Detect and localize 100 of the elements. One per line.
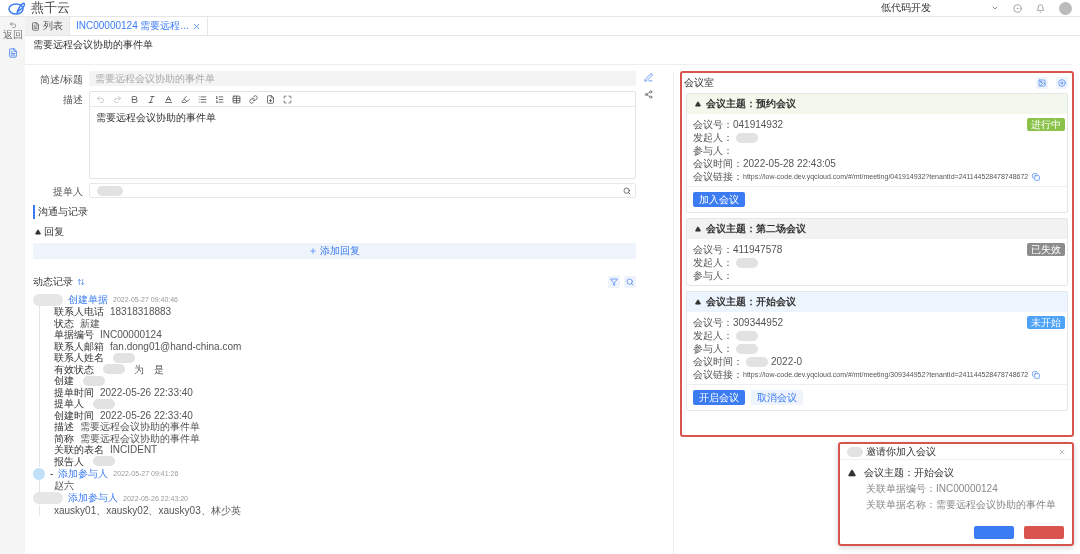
field-label: 简述/标题 [39,73,83,87]
close-icon[interactable] [1058,447,1066,456]
triangle-icon [695,226,701,232]
pen-icon[interactable] [644,73,653,82]
fullscreen-icon[interactable] [283,94,292,104]
font-color-icon[interactable] [164,94,173,104]
submitter-field[interactable] [89,183,636,198]
section-title: 动态记录 [33,275,73,289]
activity-field-label: 联系人姓名 [54,352,104,364]
meeting-topic[interactable]: 会议主题：开始会议 [687,292,1067,312]
meeting-field-value: 041914932 [733,119,784,130]
insert-file-icon[interactable] [266,94,275,104]
activity-field-label: 单据编号 [54,329,94,341]
activity-action-link[interactable]: 添加参与人 [68,491,118,505]
image-button[interactable] [1036,77,1048,89]
link-icon[interactable] [249,94,258,104]
share-icon[interactable] [644,90,653,99]
meeting-field-label: 会议号： [693,315,733,330]
bullet-list-icon[interactable] [198,94,207,104]
meeting-field-label: 发起人： [693,328,733,343]
back-arrow-icon [8,21,17,29]
plus-icon [309,247,317,255]
triangle-icon [848,469,856,477]
tab[interactable]: 列表 [25,17,70,35]
caret-icon[interactable] [991,4,999,12]
italic-icon[interactable] [147,94,156,104]
meeting-field-label: 发起人： [693,255,733,270]
meeting-button[interactable]: 开启会议 [693,390,745,405]
activity-field-value: 18318318883 [110,306,172,318]
status-badge: 未开始 [1027,316,1065,329]
activity-field-label: 提单人 [54,398,84,410]
add-button[interactable] [1056,77,1068,89]
page-title: 需要远程会议协助的事件单 [25,36,1072,65]
filter-button[interactable] [608,276,620,288]
undo-icon[interactable] [96,94,105,104]
redo-icon[interactable] [113,94,122,104]
numbered-list-icon[interactable] [215,94,224,104]
activity-field-value: 需要远程会议协助的事件单 [80,432,200,444]
meeting-topic[interactable]: 会议主题：预约会议 [687,94,1067,114]
document-icon [31,21,40,31]
activity-field-label: 关联的表名 [54,444,104,456]
copy-icon[interactable] [1032,370,1041,379]
workspace-selector[interactable]: 低代码开发 [881,1,931,15]
triangle-icon [695,101,701,107]
meeting-field-label: 参与人： [693,268,733,283]
bell-icon[interactable] [1036,3,1045,13]
activity-field-label: 联系人电话 [54,306,104,318]
user-avatar[interactable] [1059,1,1072,15]
meeting-button[interactable]: 加入会议 [693,192,745,207]
close-icon[interactable] [191,21,201,31]
popup-detail: 关联单据编号：INC00000124 [865,482,999,496]
meeting-field-label: 会议链接： [693,367,743,382]
activity-field-label: 创建时间 [54,409,94,421]
activity-field-value: 为 是 [134,363,164,375]
description-editor[interactable]: 需要远程会议协助的事件单 [89,91,636,179]
table-icon[interactable] [232,94,241,104]
dash-text: - [50,468,54,479]
activity-field-label: 报告人 [54,455,84,467]
back-button[interactable]: 返回 [2,21,23,40]
add-reply-button[interactable]: 添加回复 [33,243,636,259]
section-title: 沟通与记录 [33,205,636,219]
activity-field-label: 有效状态 [54,363,94,375]
editor-text: 需要远程会议协助的事件单 [95,111,217,125]
reply-toggle[interactable]: 回复 [35,225,636,239]
avatar [33,467,45,480]
meeting-topic[interactable]: 会议主题：第二场会议 [687,219,1067,239]
sort-icon[interactable] [77,278,85,286]
meeting-field-value: 309344952 [733,317,784,328]
highlight-icon[interactable] [181,94,190,104]
status-badge: 已失效 [1027,243,1065,256]
search-icon[interactable] [623,186,631,195]
circle-icon[interactable] [1013,3,1022,13]
copy-icon[interactable] [1032,172,1041,181]
activity-field-value: INCIDENT [110,444,158,456]
meeting-field-value: 411947578 [733,244,783,255]
activity-action-link[interactable]: 添加参与人 [58,466,109,481]
meeting-field-label: 会议号： [693,117,733,132]
meeting-field-label: 参与人： [693,341,733,356]
meeting-field-label: 参与人： [693,143,733,158]
activity-body-text: xausky01、xausky02、xausky03、林少英 [54,504,241,516]
logo-icon [8,1,28,15]
document-icon[interactable] [7,48,18,58]
logo-text: 燕千云 [31,0,70,17]
search-button[interactable] [624,276,636,288]
panel-title: 会议室 [684,76,714,90]
meeting-field-value: 2022-05-28 22:43:05 [743,158,836,169]
activity-body-text: 赵六 [54,480,74,492]
activity-field-value: 需要远程会议协助的事件单 [80,421,200,433]
activity-field-value: 2022-05-26 22:33:40 [100,386,193,398]
meeting-field-label: 会议号： [693,242,733,257]
popup-title: 邀请你加入会议 [866,444,936,459]
bold-icon[interactable] [130,94,139,104]
meeting-button[interactable]: 取消会议 [751,390,803,405]
activity-action-link[interactable]: 创建单据 [68,292,108,307]
activity-field-value: 2022-05-26 22:33:40 [100,409,193,421]
triangle-icon[interactable] [35,229,41,235]
activity-field-label: 简称 [54,432,74,444]
activity-field-value: 新建 [80,317,100,329]
field-label: 描述 [62,93,83,107]
activity-field-value: INC00000124 [100,329,162,341]
